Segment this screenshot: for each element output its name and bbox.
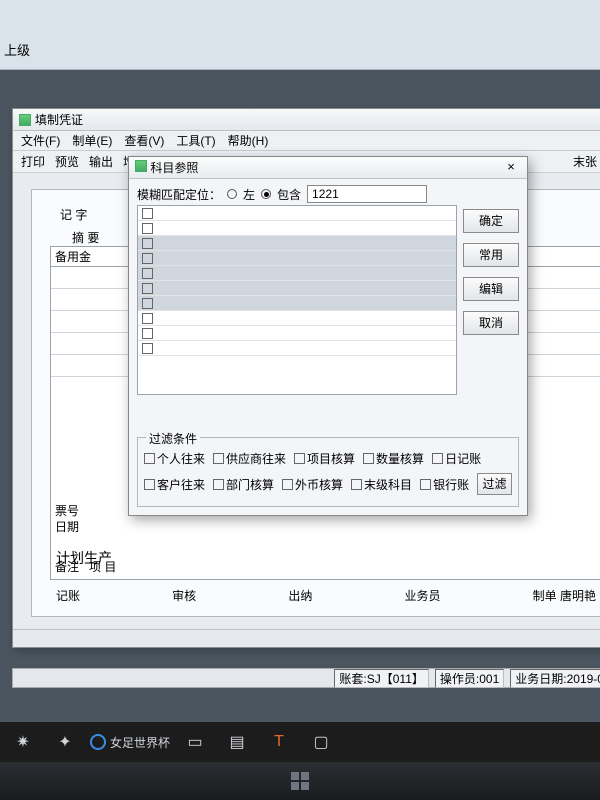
taskbar-app-icon[interactable]: ▤ [220, 727, 254, 757]
menu-tools[interactable]: 工具(T) [176, 132, 215, 149]
filter-group: 过滤条件 个人往来 供应商往来 项目核算 数量核算 日记账 客户往来 部门核算 … [137, 437, 519, 507]
edge-icon [90, 734, 106, 750]
status-bizdate: 业务日期:2019-07-06 [510, 669, 600, 688]
ok-button[interactable]: 确定 [463, 209, 519, 233]
filter-project[interactable]: 项目核算 [294, 450, 355, 467]
radio-left[interactable] [227, 189, 237, 199]
taskbar-app-icon[interactable]: ✦ [48, 727, 82, 757]
list-item[interactable] [138, 206, 456, 221]
plan-label: 计划生产 [56, 548, 112, 568]
sig-bookkeeper: 记账 [56, 587, 80, 604]
dialog-titlebar: 科目参照 × [129, 157, 527, 179]
status-operator: 操作员:001 [435, 669, 504, 688]
taskbar-app-icon[interactable]: T [262, 727, 296, 757]
app-icon [19, 114, 31, 126]
filter-personal[interactable]: 个人往来 [144, 450, 205, 467]
filter-button[interactable]: 过滤 [477, 473, 512, 495]
taskbar-browser-tab[interactable]: 女足世界杯 [90, 734, 170, 751]
search-row: 模糊匹配定位： 左 包含 [129, 179, 527, 207]
radio-contains-label: 包含 [277, 186, 301, 203]
sig-maker: 制单 [533, 589, 557, 603]
radio-contains[interactable] [261, 189, 271, 199]
list-item[interactable] [138, 311, 456, 326]
tool-preview[interactable]: 预览 [55, 153, 79, 170]
windows-logo-icon [291, 772, 309, 790]
list-item[interactable] [138, 236, 456, 251]
window-titlebar: 填制凭证 [13, 109, 600, 131]
menu-help[interactable]: 帮助(H) [228, 132, 269, 149]
menu-view[interactable]: 查看(V) [124, 132, 164, 149]
close-icon[interactable]: × [499, 160, 523, 176]
label-date: 日期 [55, 519, 79, 535]
laptop-bezel [0, 762, 600, 800]
window-title: 填制凭证 [35, 111, 83, 128]
menubar: 文件(F) 制单(E) 查看(V) 工具(T) 帮助(H) [13, 131, 600, 151]
subject-lookup-dialog: 科目参照 × 模糊匹配定位： 左 包含 确定 常用 编辑 取消 过滤条件 个人往… [128, 156, 528, 516]
list-item[interactable] [138, 281, 456, 296]
dialog-title: 科目参照 [150, 161, 198, 175]
search-input[interactable] [307, 185, 427, 203]
tool-last[interactable]: 末张 [573, 153, 597, 170]
tool-print[interactable]: 打印 [21, 153, 45, 170]
result-list[interactable] [137, 205, 457, 395]
sig-cashier: 出纳 [288, 587, 312, 604]
filter-department[interactable]: 部门核算 [213, 476, 274, 493]
list-item[interactable] [138, 266, 456, 281]
common-button[interactable]: 常用 [463, 243, 519, 267]
menu-file[interactable]: 文件(F) [21, 132, 60, 149]
sig-biz: 业务员 [404, 587, 440, 604]
taskbar-app-icon[interactable]: ▭ [178, 727, 212, 757]
filter-leaf[interactable]: 末级科目 [351, 476, 412, 493]
filter-bank[interactable]: 银行账 [420, 476, 469, 493]
signature-row: 记账 审核 出纳 业务员 制单 唐明艳 [56, 587, 596, 604]
status-accountset: 账套:SJ【011】 [334, 669, 428, 688]
sig-maker-name: 唐明艳 [560, 589, 596, 603]
edit-button[interactable]: 编辑 [463, 277, 519, 301]
breadcrumb-up[interactable]: 上级 [4, 40, 30, 59]
dialog-icon [135, 160, 147, 172]
label-ticket: 票号 [55, 503, 79, 519]
filter-quantity[interactable]: 数量核算 [363, 450, 424, 467]
list-item[interactable] [138, 296, 456, 311]
filter-forex[interactable]: 外币核算 [282, 476, 343, 493]
list-item[interactable] [138, 326, 456, 341]
filter-supplier[interactable]: 供应商往来 [213, 450, 286, 467]
app-statusbar [13, 629, 600, 647]
browser-tab-label: 女足世界杯 [110, 734, 170, 751]
dialog-buttons: 确定 常用 编辑 取消 [463, 209, 519, 335]
tool-export[interactable]: 输出 [89, 153, 113, 170]
list-item[interactable] [138, 341, 456, 356]
filter-legend: 过滤条件 [146, 430, 200, 447]
filter-journal[interactable]: 日记账 [432, 450, 481, 467]
taskbar: ✷ ✦ 女足世界杯 ▭ ▤ T ▢ [0, 722, 600, 762]
footer-statusbar: 账套:SJ【011】 操作员:001 业务日期:2019-07-06 [12, 668, 600, 688]
taskbar-app-icon[interactable]: ✷ [6, 727, 40, 757]
cancel-button[interactable]: 取消 [463, 311, 519, 335]
match-label: 模糊匹配定位： [137, 186, 221, 203]
taskbar-app-icon[interactable]: ▢ [304, 727, 338, 757]
sig-reviewer: 审核 [172, 587, 196, 604]
menu-make[interactable]: 制单(E) [72, 132, 112, 149]
list-item[interactable] [138, 221, 456, 236]
list-item[interactable] [138, 251, 456, 266]
browser-chrome: 上级 [0, 0, 600, 70]
filter-customer[interactable]: 客户往来 [144, 476, 205, 493]
radio-left-label: 左 [243, 186, 255, 203]
